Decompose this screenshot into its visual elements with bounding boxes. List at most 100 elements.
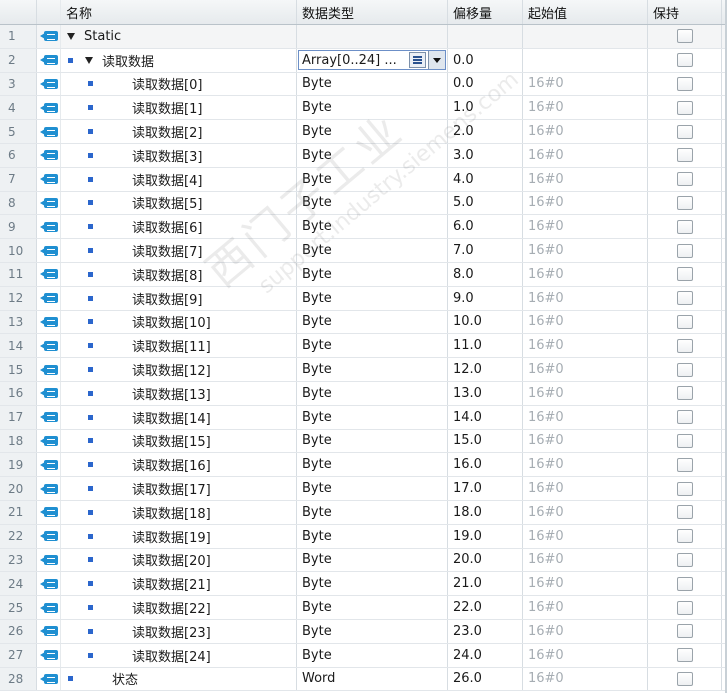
start-value-cell[interactable]: 16#0 bbox=[523, 215, 648, 239]
start-value-cell[interactable]: 16#0 bbox=[523, 262, 648, 286]
start-value-cell[interactable]: 16#0 bbox=[523, 524, 648, 548]
retain-checkbox[interactable] bbox=[676, 386, 693, 401]
retain-checkbox[interactable] bbox=[676, 481, 693, 496]
retain-checkbox[interactable] bbox=[676, 457, 693, 472]
start-value-cell[interactable]: 16#0 bbox=[523, 143, 648, 167]
start-value-cell[interactable]: 16#0 bbox=[523, 334, 648, 358]
retain-checkbox[interactable] bbox=[676, 433, 693, 448]
retain-checkbox[interactable] bbox=[676, 53, 693, 68]
start-value-cell[interactable]: 16#0 bbox=[523, 572, 648, 596]
start-value-cell[interactable]: 16#0 bbox=[523, 167, 648, 191]
name-cell[interactable]: 读取数据[13] bbox=[61, 381, 297, 405]
name-cell[interactable]: 读取数据[4] bbox=[61, 167, 297, 191]
data-type-cell[interactable]: Byte bbox=[297, 548, 448, 572]
row-number[interactable]: 18 bbox=[0, 429, 37, 453]
retain-checkbox[interactable] bbox=[676, 100, 693, 115]
name-cell[interactable]: 读取数据[2] bbox=[61, 120, 297, 143]
data-type-cell[interactable]: Byte bbox=[297, 262, 448, 286]
row-number[interactable]: 15 bbox=[0, 358, 37, 381]
start-value-cell[interactable] bbox=[523, 25, 648, 48]
name-cell[interactable]: 读取数据[0] bbox=[61, 72, 297, 96]
table-row[interactable]: 3 读取数据[0] Byte 0.0 16#0 bbox=[0, 72, 727, 97]
retain-checkbox[interactable] bbox=[676, 552, 693, 567]
start-value-cell[interactable]: 16#0 bbox=[523, 310, 648, 334]
row-number[interactable]: 21 bbox=[0, 500, 37, 524]
row-number[interactable]: 7 bbox=[0, 167, 37, 191]
retain-checkbox[interactable] bbox=[676, 29, 693, 44]
start-value-cell[interactable]: 16#0 bbox=[523, 643, 648, 667]
data-type-cell[interactable]: Byte bbox=[297, 500, 448, 524]
row-number[interactable]: 22 bbox=[0, 524, 37, 548]
start-value-cell[interactable]: 16#0 bbox=[523, 381, 648, 405]
table-row[interactable]: 26 读取数据[23] Byte 23.0 16#0 bbox=[0, 619, 727, 644]
start-value-cell[interactable]: 16#0 bbox=[523, 120, 648, 143]
data-type-cell[interactable]: Byte bbox=[297, 643, 448, 667]
table-row[interactable]: 10 读取数据[7] Byte 7.0 16#0 bbox=[0, 239, 727, 263]
data-type-cell[interactable]: Word bbox=[297, 667, 448, 691]
name-cell[interactable]: 读取数据[12] bbox=[61, 358, 297, 381]
retain-checkbox[interactable] bbox=[676, 195, 693, 210]
table-row[interactable]: 28 状态 Word 26.0 16#0 bbox=[0, 667, 727, 692]
name-cell[interactable]: 读取数据[17] bbox=[61, 477, 297, 500]
name-cell[interactable]: Static bbox=[61, 25, 297, 48]
row-number[interactable]: 10 bbox=[0, 239, 37, 262]
data-type-cell[interactable]: Byte bbox=[297, 453, 448, 477]
table-row[interactable]: 7 读取数据[4] Byte 4.0 16#0 bbox=[0, 167, 727, 192]
retain-checkbox[interactable] bbox=[676, 624, 693, 639]
start-value-cell[interactable]: 16#0 bbox=[523, 358, 648, 381]
name-cell[interactable]: 读取数据[5] bbox=[61, 191, 297, 215]
data-type-cell[interactable]: Byte bbox=[297, 286, 448, 310]
start-value-cell[interactable]: 16#0 bbox=[523, 96, 648, 120]
row-number[interactable]: 11 bbox=[0, 262, 37, 286]
start-value-cell[interactable]: 16#0 bbox=[523, 548, 648, 572]
type-dropdown-button[interactable] bbox=[428, 51, 445, 70]
data-type-cell[interactable]: Byte bbox=[297, 96, 448, 120]
data-type-cell[interactable]: Byte bbox=[297, 477, 448, 500]
row-number[interactable]: 14 bbox=[0, 334, 37, 358]
table-row[interactable]: 27 读取数据[24] Byte 24.0 16#0 bbox=[0, 643, 727, 668]
data-type-cell[interactable]: Byte bbox=[297, 167, 448, 191]
data-type-cell[interactable]: Byte bbox=[297, 143, 448, 167]
row-number[interactable]: 12 bbox=[0, 286, 37, 310]
table-row[interactable]: 21 读取数据[18] Byte 18.0 16#0 bbox=[0, 500, 727, 525]
row-number[interactable]: 20 bbox=[0, 477, 37, 500]
collapse-triangle-icon[interactable] bbox=[85, 56, 93, 64]
data-type-cell[interactable]: Byte bbox=[297, 429, 448, 453]
row-number[interactable]: 5 bbox=[0, 120, 37, 143]
table-row[interactable]: 19 读取数据[16] Byte 16.0 16#0 bbox=[0, 453, 727, 478]
name-cell[interactable]: 读取数据[9] bbox=[61, 286, 297, 310]
table-row[interactable]: 6 读取数据[3] Byte 3.0 16#0 bbox=[0, 143, 727, 168]
data-type-cell[interactable]: Byte bbox=[297, 215, 448, 239]
data-type-cell[interactable]: Byte bbox=[297, 334, 448, 358]
data-type-cell[interactable]: Byte bbox=[297, 596, 448, 619]
data-type-cell[interactable]: Array[0..24] ... bbox=[297, 48, 448, 72]
row-number[interactable]: 17 bbox=[0, 405, 37, 429]
retain-checkbox[interactable] bbox=[676, 314, 693, 329]
table-row[interactable]: 13 读取数据[10] Byte 10.0 16#0 bbox=[0, 310, 727, 335]
table-row[interactable]: 12 读取数据[9] Byte 9.0 16#0 bbox=[0, 286, 727, 311]
header-offset[interactable]: 偏移量 bbox=[448, 0, 523, 24]
row-number[interactable]: 24 bbox=[0, 572, 37, 596]
table-row[interactable]: 17 读取数据[14] Byte 14.0 16#0 bbox=[0, 405, 727, 430]
name-cell[interactable]: 读取数据[23] bbox=[61, 619, 297, 643]
name-cell[interactable]: 读取数据[16] bbox=[61, 453, 297, 477]
data-type-cell[interactable]: Byte bbox=[297, 191, 448, 215]
start-value-cell[interactable]: 16#0 bbox=[523, 239, 648, 262]
start-value-cell[interactable]: 16#0 bbox=[523, 596, 648, 619]
row-number[interactable]: 19 bbox=[0, 453, 37, 477]
header-type[interactable]: 数据类型 bbox=[297, 0, 448, 24]
name-cell[interactable]: 读取数据[20] bbox=[61, 548, 297, 572]
row-number[interactable]: 13 bbox=[0, 310, 37, 334]
retain-checkbox[interactable] bbox=[676, 76, 693, 91]
start-value-cell[interactable]: 16#0 bbox=[523, 477, 648, 500]
data-type-cell[interactable]: Byte bbox=[297, 358, 448, 381]
start-value-cell[interactable]: 16#0 bbox=[523, 619, 648, 643]
retain-checkbox[interactable] bbox=[676, 362, 693, 377]
table-row[interactable]: 16 读取数据[13] Byte 13.0 16#0 bbox=[0, 381, 727, 406]
table-row[interactable]: 5 读取数据[2] Byte 2.0 16#0 bbox=[0, 120, 727, 144]
row-number[interactable]: 6 bbox=[0, 143, 37, 167]
header-start-value[interactable]: 起始值 bbox=[523, 0, 648, 24]
name-cell[interactable]: 读取数据[7] bbox=[61, 239, 297, 262]
row-number[interactable]: 28 bbox=[0, 667, 37, 691]
row-number[interactable]: 3 bbox=[0, 72, 37, 96]
